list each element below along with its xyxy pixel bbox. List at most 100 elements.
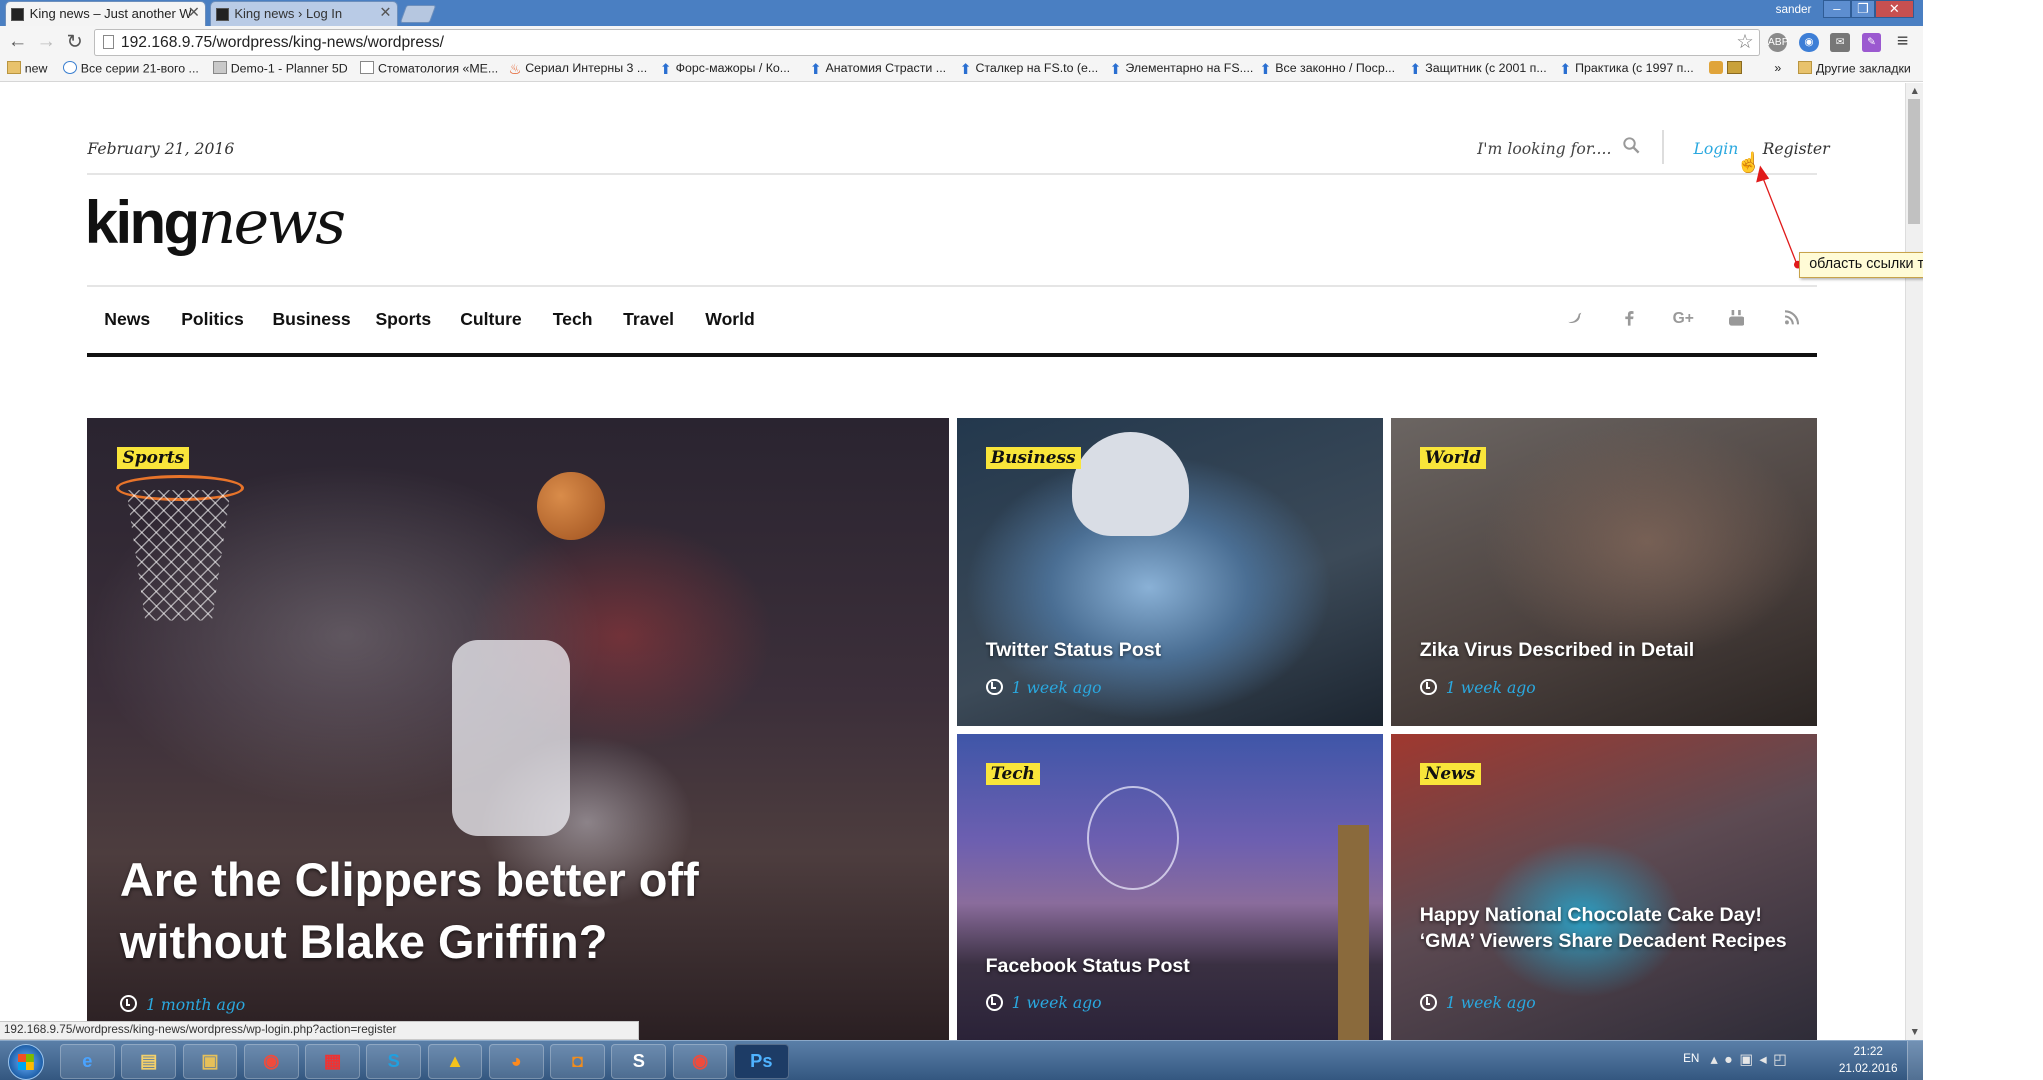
search-input[interactable]: I'm looking for.... [1477,139,1611,158]
nav-item-news[interactable]: News [104,309,150,330]
system-tray-icons[interactable]: ▴●▣◂◰ [1710,1052,1793,1068]
bookmark[interactable]: Все серии 21-вого ... [62,61,199,76]
bookmark-star-icon[interactable]: ☆ [1736,30,1754,54]
bookmark[interactable]: ⬆ Анатомия Страсти ... [810,61,946,77]
scrollbar-thumb[interactable] [1908,99,1921,225]
clock-tower-graphic [1337,825,1369,1041]
bookmark[interactable]: ⬆ Все законно / Поср... [1259,61,1395,78]
minimize-button[interactable]: – [1822,0,1852,19]
folder-icon [1797,61,1813,75]
internet-explorer-icon[interactable]: e [59,1043,115,1080]
category-badge[interactable]: Business [985,447,1081,470]
start-button[interactable] [7,1043,45,1080]
show-desktop-button[interactable] [1907,1041,1923,1080]
post-card[interactable]: World Zika Virus Described in Detail 1 w… [1391,418,1818,727]
bookmark[interactable]: ⬆ Практика (с 1997 п... [1559,61,1693,78]
facebook-icon[interactable] [1624,310,1634,326]
nav-item-business[interactable]: Business [272,309,350,330]
bookmark[interactable]: ⬆ Защитник (с 2001 п... [1409,61,1546,77]
nav-item-tech[interactable]: Tech [553,309,593,330]
bookmark[interactable]: ⬆ Сталкер на FS.to (е... [960,61,1099,77]
reload-icon[interactable]: ↻ [66,30,82,54]
outlook-icon[interactable]: ◘ [550,1043,605,1080]
nav-item-culture[interactable]: Culture [460,309,522,330]
rss-icon[interactable] [1784,310,1799,325]
windows-taskbar: e ▤ ▣ ◉ ▦ S ▲ ◕ ◘ S ◉ Ps EN ▴●▣◂◰ 21:22 … [0,1040,1923,1080]
screen: King news – Just another W ✕ King news ›… [0,0,2043,1080]
bookmark[interactable]: ⬆ Форс-мажоры / Ко... [659,61,790,78]
calculator-icon[interactable]: ▦ [305,1043,360,1080]
photoshop-icon[interactable]: Ps [733,1043,789,1080]
featured-post-card[interactable]: Sports Are the Clippers better off witho… [87,418,950,1041]
category-badge[interactable]: News [1419,762,1481,785]
more-bookmarks-chevron[interactable]: » [1774,61,1781,75]
nav-item-sports[interactable]: Sports [375,309,431,330]
youtube-icon[interactable] [1728,310,1745,326]
search-icon[interactable] [1623,137,1640,154]
bookmark[interactable]: Стоматология «МЕ... [359,61,498,76]
post-title[interactable]: Happy National Chocolate Cake Day! ‘GMA’… [1420,902,1805,954]
tab-king-news-login[interactable]: King news › Log In ✕ [209,1,398,27]
new-tab-button[interactable] [399,5,437,24]
google-drive-icon[interactable]: ▲ [427,1043,483,1080]
close-tab-icon[interactable]: ✕ [379,2,391,25]
bookmark[interactable]: ♨ Сериал Интерны 3 ... [508,61,647,77]
file-explorer-icon[interactable]: ▤ [121,1043,176,1080]
other-bookmarks-folder[interactable]: Другие закладки [1797,61,1911,76]
post-card[interactable]: Tech Facebook Status Post 1 week ago [956,733,1384,1041]
tray-clock-date[interactable]: 21.02.2016 [1837,1062,1900,1075]
language-indicator[interactable]: EN [1683,1052,1699,1065]
category-badge[interactable]: Tech [985,762,1041,785]
post-card[interactable]: Business Twitter Status Post 1 week ago [956,418,1384,727]
nav-item-world[interactable]: World [705,309,754,330]
arrow-up-icon: ⬆ [659,61,672,78]
window-close-button[interactable]: ✕ [1874,0,1914,19]
tray-clock-time[interactable]: 21:22 [1842,1045,1894,1058]
page-scrollbar[interactable]: ▲ ▼ [1904,83,1923,1041]
globe-extension-icon[interactable]: ◉ [1799,32,1819,53]
arrow-up-icon: ⬆ [1259,61,1272,78]
address-url[interactable]: 192.168.9.75/wordpress/king-news/wordpre… [121,34,444,52]
arrow-up-icon: ⬆ [1559,61,1572,78]
clock-icon [1419,678,1437,696]
back-icon[interactable]: ← [8,30,28,53]
adblock-extension-icon[interactable]: ABP [1767,32,1789,53]
tab-king-news-home[interactable]: King news – Just another W ✕ [5,1,206,27]
chrome-icon[interactable]: ◉ [243,1043,299,1080]
post-card[interactable]: News Happy National Chocolate Cake Day! … [1391,733,1818,1041]
scroll-down-icon[interactable]: ▼ [1910,1027,1920,1038]
post-title[interactable]: Twitter Status Post [986,637,1364,663]
forward-icon[interactable]: → [37,30,57,53]
bookmark-icon [1709,61,1724,75]
post-title[interactable]: Facebook Status Post [986,953,1364,979]
scroll-up-icon[interactable]: ▲ [1910,86,1920,97]
bookmark-ext-icons[interactable] [1709,61,1745,76]
tab-title: King news – Just another W [29,6,192,22]
google-plus-icon[interactable]: G+ [1673,310,1694,328]
close-tab-icon[interactable]: ✕ [188,2,200,25]
profile-name[interactable]: sander [1776,3,1812,16]
twitter-icon[interactable] [1567,310,1583,326]
app-icon[interactable]: ▣ [182,1043,238,1080]
login-link[interactable]: Login [1694,139,1739,158]
maximize-button[interactable]: ❐ [1851,0,1875,19]
menu-icon[interactable]: ≡ [1897,30,1908,53]
nav-item-politics[interactable]: Politics [181,309,244,330]
chrome-icon[interactable]: ◉ [672,1043,728,1080]
mail-extension-icon[interactable]: ✉ [1830,32,1850,53]
sublime-text-icon[interactable]: S [611,1043,667,1080]
address-bar[interactable]: 192.168.9.75/wordpress/king-news/wordpre… [93,28,1760,57]
category-badge[interactable]: Sports [117,447,190,470]
bookmark[interactable]: ⬆ Элементарно на FS.... [1109,61,1253,77]
firefox-icon[interactable]: ◕ [488,1043,544,1080]
category-badge[interactable]: World [1419,447,1487,470]
site-logo[interactable]: kingnews [85,188,346,258]
skype-icon[interactable]: S [366,1043,422,1080]
pen-extension-icon[interactable]: ✎ [1861,32,1882,53]
clock-icon [119,995,137,1013]
post-title[interactable]: Zika Virus Described in Detail [1420,637,1798,663]
bookmark-folder[interactable]: new [6,61,47,76]
nav-item-travel[interactable]: Travel [623,309,674,330]
bookmark[interactable]: Demo-1 - Planner 5D [212,61,348,76]
post-title[interactable]: Are the Clippers better off without Blak… [120,849,850,974]
